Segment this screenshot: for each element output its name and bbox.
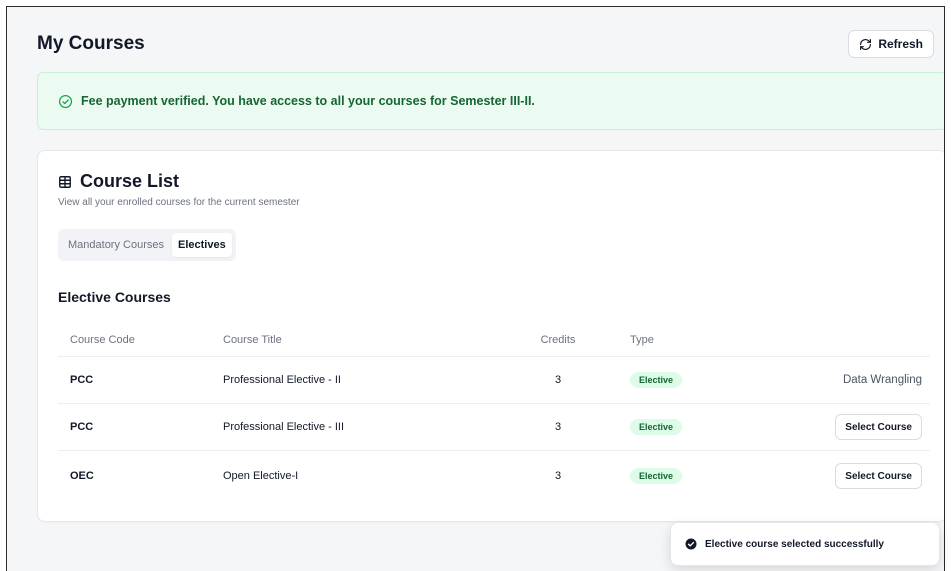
course-type-cell: Elective bbox=[608, 468, 728, 484]
course-title: Professional Elective - III bbox=[223, 421, 345, 433]
course-action-cell: Select Course bbox=[728, 414, 930, 440]
section-title: Elective Courses bbox=[58, 289, 171, 305]
course-credits: 3 bbox=[554, 374, 562, 386]
column-header-code: Course Code bbox=[70, 334, 135, 346]
course-list-card: Course List View all your enrolled cours… bbox=[37, 150, 944, 522]
app-frame: My Courses Refresh Fee payment verified.… bbox=[6, 6, 945, 571]
course-code: PCC bbox=[70, 421, 94, 433]
type-badge: Elective bbox=[630, 372, 683, 388]
course-code: OEC bbox=[70, 470, 94, 482]
select-course-button[interactable]: Select Course bbox=[835, 414, 922, 440]
check-circle-icon bbox=[58, 94, 73, 108]
column-header-title: Course Title bbox=[223, 334, 282, 346]
table-row: PCC Professional Elective - II 3 Electiv… bbox=[58, 357, 930, 404]
refresh-label: Refresh bbox=[878, 37, 923, 51]
tab-mandatory-courses[interactable]: Mandatory Courses bbox=[62, 233, 170, 257]
card-subtitle: View all your enrolled courses for the c… bbox=[58, 197, 300, 208]
page-title: My Courses bbox=[37, 33, 145, 54]
course-title: Open Elective-I bbox=[223, 470, 299, 482]
course-type-cell: Elective bbox=[608, 372, 728, 388]
card-title-text: Course List bbox=[80, 171, 180, 191]
column-header-type: Type bbox=[630, 334, 654, 346]
page-header: My Courses Refresh bbox=[37, 29, 934, 59]
course-action-cell: Select Course bbox=[728, 463, 930, 489]
selected-course-name: Data Wrangling bbox=[842, 374, 922, 386]
select-course-button[interactable]: Select Course bbox=[835, 463, 922, 489]
check-circle-filled-icon bbox=[685, 538, 697, 550]
table-icon bbox=[59, 175, 71, 188]
type-badge: Elective bbox=[630, 468, 683, 484]
course-code: PCC bbox=[70, 374, 94, 386]
alert-message: Fee payment verified. You have access to… bbox=[81, 94, 535, 108]
course-credits: 3 bbox=[554, 470, 562, 482]
table-header-row: Course Code Course Title Credits Type bbox=[58, 324, 930, 357]
elective-courses-table: Course Code Course Title Credits Type PC… bbox=[58, 324, 930, 501]
tab-electives[interactable]: Electives bbox=[172, 233, 232, 257]
course-credits: 3 bbox=[554, 421, 562, 433]
table-row: PCC Professional Elective - III 3 Electi… bbox=[58, 404, 930, 451]
type-badge: Elective bbox=[630, 419, 683, 435]
payment-verified-alert: Fee payment verified. You have access to… bbox=[37, 72, 944, 130]
refresh-button[interactable]: Refresh bbox=[848, 30, 934, 58]
column-header-credits: Credits bbox=[540, 334, 576, 346]
course-title: Professional Elective - II bbox=[223, 374, 341, 386]
course-tabs: Mandatory Courses Electives bbox=[58, 229, 236, 261]
course-action-cell: Data Wrangling bbox=[728, 374, 930, 386]
success-toast[interactable]: Elective course selected successfully bbox=[670, 522, 940, 566]
table-row: OEC Open Elective-I 3 Elective Select Co… bbox=[58, 451, 930, 501]
card-title: Course List bbox=[58, 171, 179, 192]
toast-message: Elective course selected successfully bbox=[705, 538, 884, 550]
course-type-cell: Elective bbox=[608, 419, 728, 435]
refresh-icon bbox=[860, 38, 872, 50]
